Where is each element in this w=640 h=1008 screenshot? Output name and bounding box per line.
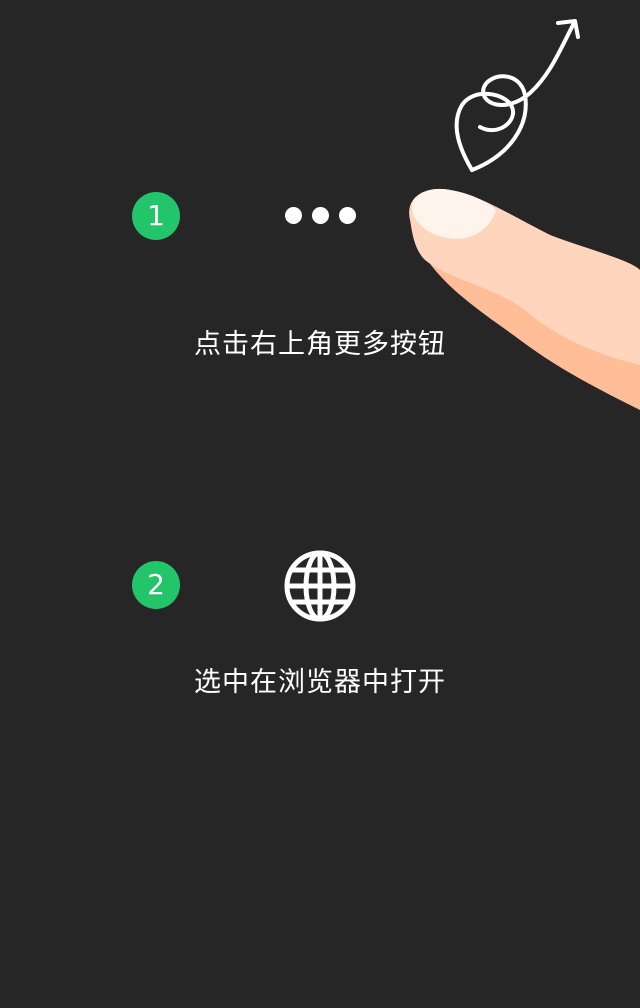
globe-icon [284,550,356,622]
swirl-arrow-icon [454,19,580,172]
step-1-number: 1 [147,199,165,232]
pointing-finger-illustration [409,188,640,410]
step-1-instruction: 点击右上角更多按钮 [194,329,446,360]
more-dots-icon [285,207,356,224]
dot [312,207,329,224]
step-2-number: 2 [147,568,165,601]
dot [339,207,356,224]
step-2-badge: 2 [132,561,180,609]
dot [285,207,302,224]
step-2-instruction: 选中在浏览器中打开 [194,667,446,698]
step-1-badge: 1 [132,192,180,240]
